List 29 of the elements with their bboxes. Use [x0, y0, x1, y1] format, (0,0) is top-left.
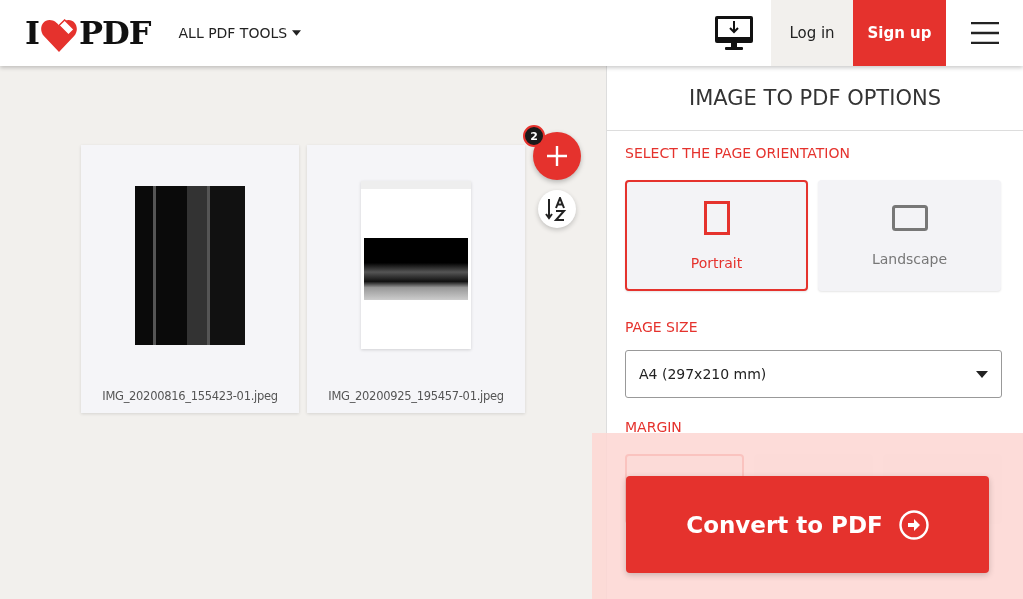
- section-label: PAGE SIZE: [625, 319, 699, 335]
- caret-icon: [292, 30, 302, 36]
- portrait-page-icon: [703, 200, 730, 235]
- section-label: SELECT THE PAGE ORIENTATION: [625, 145, 851, 161]
- file-card[interactable]: IMG_20200816_155423-01.jpeg: [81, 145, 299, 413]
- file-card[interactable]: IMG_20200925_195457-01.jpeg: [307, 145, 525, 413]
- sort-az-icon: [545, 197, 569, 221]
- desktop-download-icon[interactable]: [714, 15, 754, 51]
- menu-icon[interactable]: [971, 22, 999, 44]
- orientation-option[interactable]: Portrait: [625, 180, 808, 291]
- all-tools-menu[interactable]: ALL PDF TOOLS: [178, 25, 302, 41]
- page-size-dropdown[interactable]: A4 (297x210 mm): [625, 350, 1002, 398]
- panel-title: IMAGE TO PDF OPTIONS: [607, 66, 1023, 131]
- file-count-badge: 2: [523, 125, 545, 147]
- logo[interactable]: I PDF: [25, 13, 151, 53]
- convert-button[interactable]: Convert to PDF: [626, 476, 989, 573]
- file-name: IMG_20200925_195457-01.jpeg: [328, 389, 504, 403]
- signup-button[interactable]: Sign up: [853, 0, 946, 66]
- plus-icon: [547, 146, 567, 166]
- add-files-button[interactable]: [533, 132, 581, 180]
- sort-button[interactable]: [538, 190, 576, 228]
- login-button[interactable]: Log in: [771, 0, 853, 66]
- file-name: IMG_20200816_155423-01.jpeg: [102, 389, 278, 403]
- heart-icon: [39, 19, 78, 53]
- landscape-page-icon: [891, 204, 928, 231]
- section-label: MARGIN: [625, 419, 683, 435]
- orientation-option[interactable]: Landscape: [818, 180, 1001, 291]
- arrow-circle-icon: [898, 509, 929, 540]
- caret-icon: [976, 370, 988, 378]
